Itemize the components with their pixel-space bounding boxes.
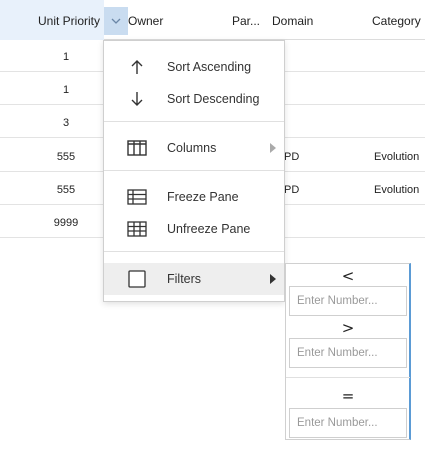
submenu-arrow-icon bbox=[270, 274, 276, 284]
menu-item-columns[interactable]: Columns bbox=[104, 132, 284, 164]
column-header-domain[interactable]: Domain bbox=[272, 0, 362, 40]
menu-item-label: Columns bbox=[167, 141, 217, 155]
menu-item-label: Freeze Pane bbox=[167, 190, 239, 204]
filter-divider bbox=[286, 377, 410, 378]
menu-item-sort-ascending[interactable]: Sort Ascending bbox=[104, 51, 284, 83]
menu-item-sort-descending[interactable]: Sort Descending bbox=[104, 83, 284, 115]
column-header-unit-priority[interactable]: Unit Priority bbox=[0, 0, 104, 40]
menu-item-label: Sort Descending bbox=[167, 92, 260, 106]
column-menu-button[interactable] bbox=[104, 7, 128, 35]
menu-item-label: Sort Ascending bbox=[167, 60, 252, 74]
menu-divider bbox=[104, 121, 284, 122]
unfreeze-pane-icon bbox=[126, 219, 148, 239]
columns-icon bbox=[126, 138, 148, 158]
column-header-par[interactable]: Par... bbox=[232, 0, 270, 40]
menu-item-freeze-pane[interactable]: Freeze Pane bbox=[104, 181, 284, 213]
checkbox-icon bbox=[126, 269, 148, 289]
cell-domain: PD bbox=[284, 151, 300, 163]
freeze-pane-icon bbox=[126, 187, 148, 207]
equals-label: = bbox=[341, 387, 355, 405]
menu-divider bbox=[104, 170, 284, 171]
column-context-menu: Sort Ascending Sort Descending Columns F… bbox=[103, 40, 285, 302]
menu-item-label: Unfreeze Pane bbox=[167, 222, 251, 236]
menu-item-unfreeze-pane[interactable]: Unfreeze Pane bbox=[104, 213, 284, 245]
filters-submenu: < > = bbox=[285, 263, 411, 440]
column-header-owner[interactable]: Owner bbox=[128, 0, 228, 40]
column-header-category[interactable]: Category bbox=[372, 0, 425, 40]
less-than-label: < bbox=[341, 267, 355, 285]
grid-header: Unit Priority Owner Par... Domain Catego… bbox=[0, 0, 425, 40]
equals-input[interactable] bbox=[289, 408, 407, 438]
less-than-input[interactable] bbox=[289, 286, 407, 316]
menu-divider bbox=[104, 251, 284, 252]
menu-item-filters[interactable]: Filters bbox=[104, 263, 284, 295]
arrow-up-icon bbox=[126, 57, 148, 77]
chevron-down-icon bbox=[111, 18, 121, 24]
cell-domain: PD bbox=[284, 184, 300, 196]
cell-category: Evolution bbox=[374, 151, 420, 163]
submenu-arrow-icon bbox=[270, 143, 276, 153]
greater-than-input[interactable] bbox=[289, 338, 407, 368]
arrow-down-icon bbox=[126, 89, 148, 109]
greater-than-label: > bbox=[341, 319, 355, 337]
cell-category: Evolution bbox=[374, 184, 420, 196]
menu-item-label: Filters bbox=[167, 272, 202, 286]
